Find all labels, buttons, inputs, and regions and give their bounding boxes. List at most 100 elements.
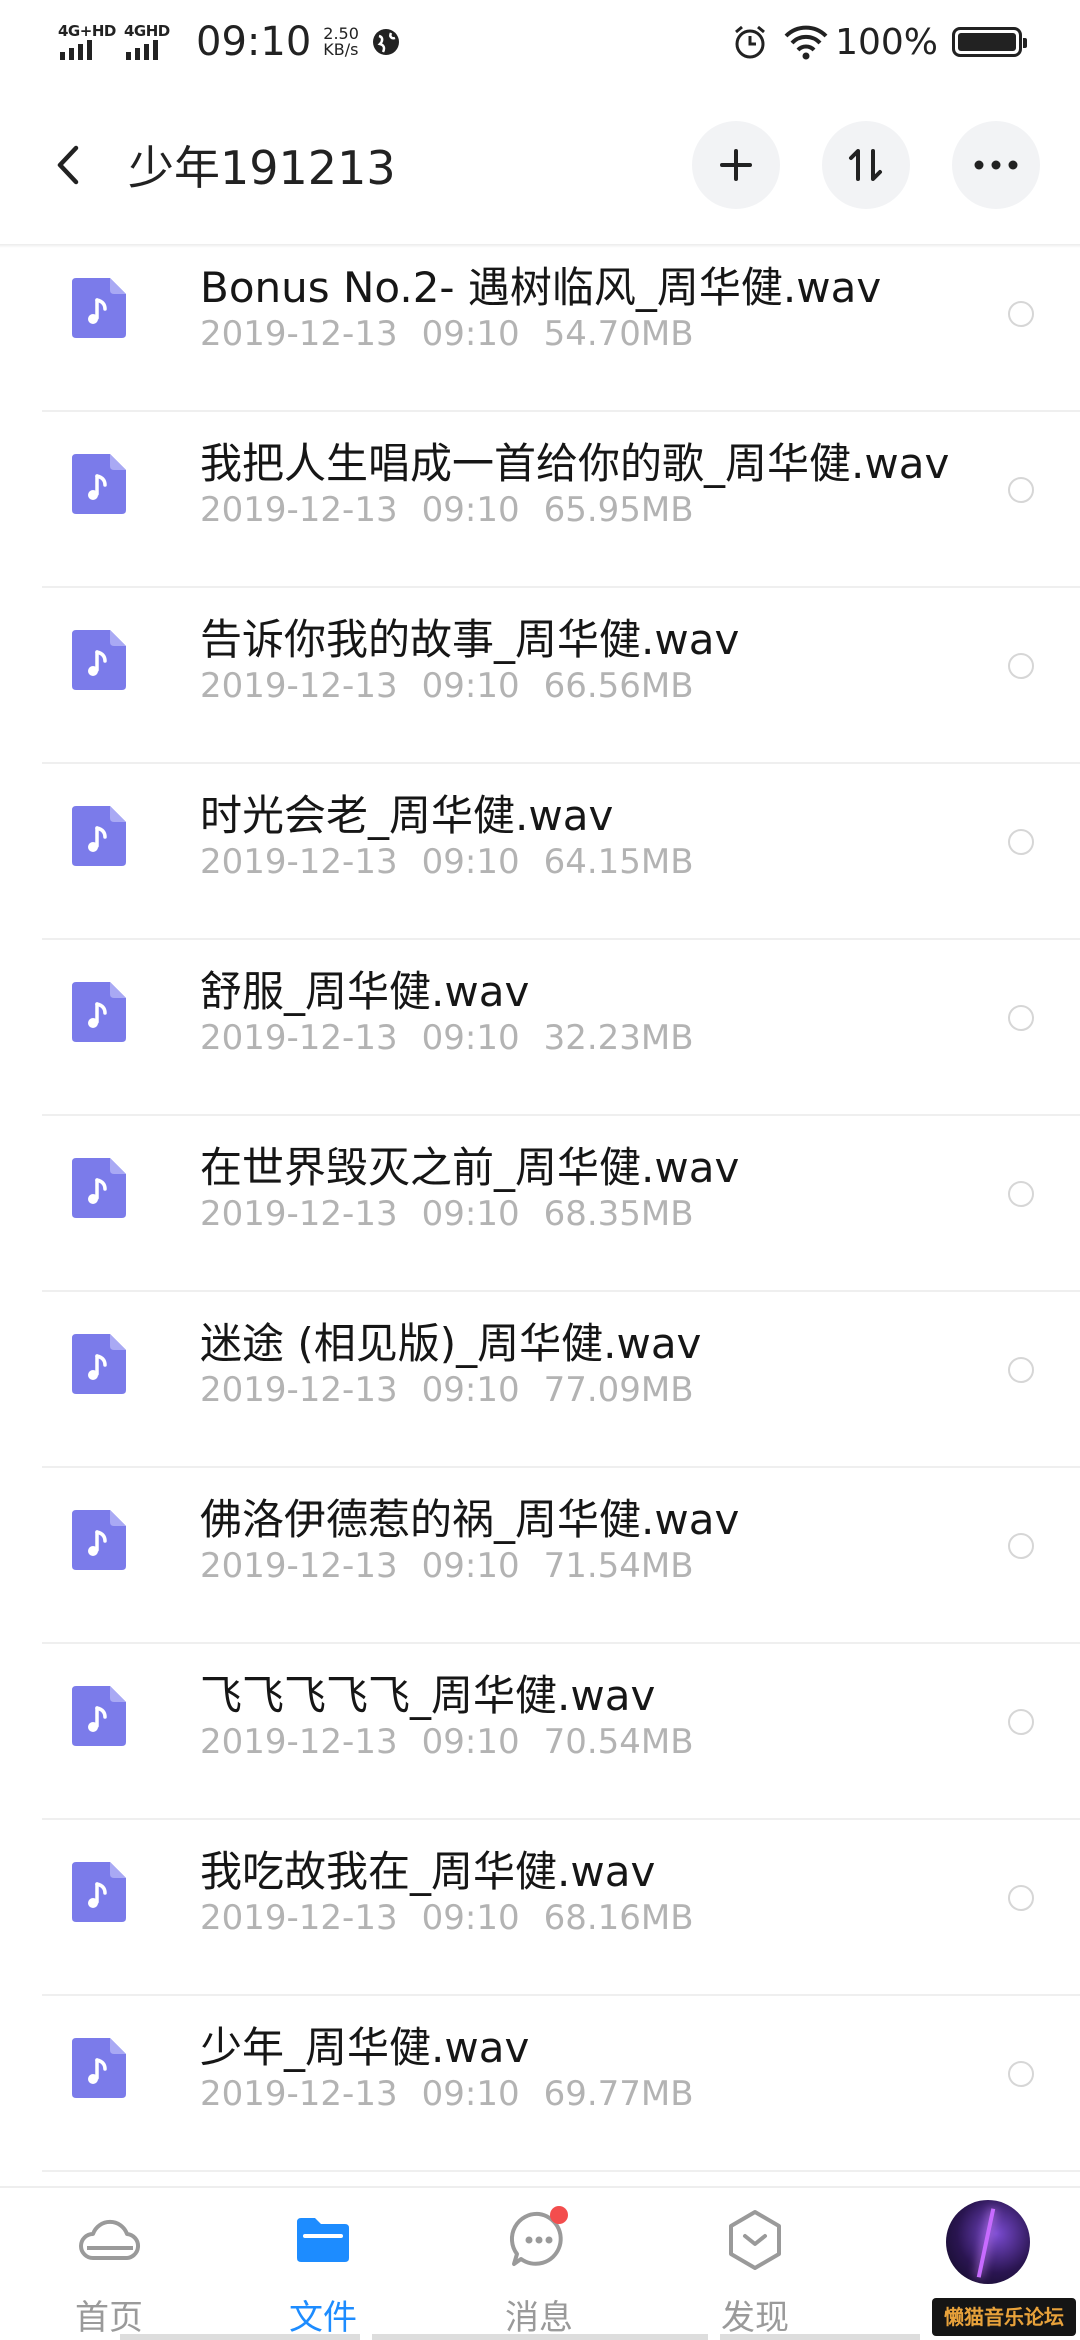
select-radio[interactable] xyxy=(1008,1885,1034,1911)
file-size: 68.35MB xyxy=(543,1194,694,1234)
sim2-label: 4GHD xyxy=(124,22,170,40)
watermark: 懒猫音乐论坛 xyxy=(932,2298,1076,2336)
nav-label: 发现 xyxy=(721,2298,789,2338)
music-file-icon xyxy=(72,982,126,1042)
file-time: 09:10 xyxy=(421,1898,520,1938)
file-row[interactable]: 告诉你我的故事_周华健.wav 2019-12-13 09:10 66.56MB xyxy=(0,588,1080,764)
file-date: 2019-12-13 xyxy=(200,314,398,354)
nav-files[interactable]: 文件 xyxy=(248,2204,398,2339)
file-meta: 2019-12-13 09:10 65.95MB xyxy=(200,490,718,530)
file-time: 09:10 xyxy=(421,1194,520,1234)
file-size: 70.54MB xyxy=(543,1722,694,1762)
home-indicator xyxy=(120,2334,360,2340)
file-date: 2019-12-13 xyxy=(200,1722,398,1762)
more-icon xyxy=(974,160,1018,170)
music-file-icon xyxy=(72,806,126,866)
more-button[interactable] xyxy=(952,121,1040,209)
plus-icon xyxy=(720,149,752,181)
wifi-icon xyxy=(784,25,828,60)
select-radio[interactable] xyxy=(1008,829,1034,855)
file-row[interactable]: 我把人生唱成一首给你的歌_周华健.wav 2019-12-13 09:10 65.9… xyxy=(0,412,1080,588)
select-radio[interactable] xyxy=(1008,1533,1034,1559)
file-date: 2019-12-13 xyxy=(200,666,398,706)
status-time: 09:10 xyxy=(196,19,312,65)
file-time: 09:10 xyxy=(421,1546,520,1586)
file-row[interactable]: 时光会老_周华健.wav 2019-12-13 09:10 64.15MB xyxy=(0,764,1080,940)
select-radio[interactable] xyxy=(1008,1357,1034,1383)
file-size: 69.77MB xyxy=(543,2074,694,2114)
file-meta: 2019-12-13 09:10 77.09MB xyxy=(200,1370,718,1410)
select-radio[interactable] xyxy=(1008,477,1034,503)
folder-icon xyxy=(297,2218,349,2262)
file-meta: 2019-12-13 09:10 70.54MB xyxy=(200,1722,718,1762)
file-row[interactable]: 迷途 (相见版)_周华健.wav 2019-12-13 09:10 77.09MB xyxy=(0,1292,1080,1468)
music-file-icon xyxy=(72,1334,126,1394)
select-radio[interactable] xyxy=(1008,1181,1034,1207)
file-row[interactable]: 少年_周华健.wav 2019-12-13 09:10 69.77MB xyxy=(0,1996,1080,2172)
globe-icon xyxy=(372,29,399,55)
file-name: Bonus No.2- 遇树临风_周华健.wav xyxy=(200,263,882,312)
file-size: 66.56MB xyxy=(543,666,694,706)
file-size: 54.70MB xyxy=(543,314,694,354)
file-date: 2019-12-13 xyxy=(200,1018,398,1058)
file-date: 2019-12-13 xyxy=(200,842,398,882)
battery-fill xyxy=(958,33,1016,51)
file-meta: 2019-12-13 09:10 54.70MB xyxy=(200,314,718,354)
home-indicator xyxy=(720,2334,920,2340)
file-row[interactable]: Bonus No.2- 遇树临风_周华健.wav 2019-12-13 09:10… xyxy=(0,248,1080,412)
select-radio[interactable] xyxy=(1008,301,1034,327)
nav-label: 消息 xyxy=(505,2298,573,2338)
file-row[interactable]: 飞飞飞飞飞_周华健.wav 2019-12-13 09:10 70.54MB xyxy=(0,1644,1080,1820)
file-size: 68.16MB xyxy=(543,1898,694,1938)
file-row[interactable]: 我吃故我在_周华健.wav 2019-12-13 09:10 68.16MB xyxy=(0,1820,1080,1996)
file-time: 09:10 xyxy=(421,666,520,706)
file-row[interactable]: 佛洛伊德惹的祸_周华健.wav 2019-12-13 09:10 71.54MB xyxy=(0,1468,1080,1644)
music-file-icon xyxy=(72,1862,126,1922)
file-date: 2019-12-13 xyxy=(200,2074,398,2114)
music-file-icon xyxy=(72,2038,126,2098)
file-date: 2019-12-13 xyxy=(200,1194,398,1234)
file-name: 在世界毁灭之前_周华健.wav xyxy=(200,1143,740,1192)
file-name: 告诉你我的故事_周华健.wav xyxy=(200,615,740,664)
file-size: 77.09MB xyxy=(543,1370,694,1410)
file-name: 迷途 (相见版)_周华健.wav xyxy=(200,1319,702,1368)
file-meta: 2019-12-13 09:10 66.56MB xyxy=(200,666,718,706)
battery-icon xyxy=(952,27,1027,57)
home-indicator xyxy=(372,2334,708,2340)
nav-discover[interactable]: 发现 xyxy=(680,2204,830,2339)
file-meta: 2019-12-13 09:10 32.23MB xyxy=(200,1018,718,1058)
file-date: 2019-12-13 xyxy=(200,1370,398,1410)
signal-icon: 4GHD xyxy=(124,22,178,62)
discover-icon xyxy=(729,2210,781,2270)
file-meta: 2019-12-13 09:10 68.16MB xyxy=(200,1898,718,1938)
nav-messages[interactable]: 消息 xyxy=(464,2204,614,2339)
add-button[interactable] xyxy=(692,121,780,209)
status-bar: 4G+HD 4GHD 09:10 2.50 KB/s 100% xyxy=(0,0,1080,84)
file-time: 09:10 xyxy=(421,1018,520,1058)
music-file-icon xyxy=(72,630,126,690)
nav-label: 文件 xyxy=(289,2298,357,2338)
nav-home[interactable]: 首页 xyxy=(34,2204,184,2339)
file-time: 09:10 xyxy=(421,2074,520,2114)
file-meta: 2019-12-13 09:10 64.15MB xyxy=(200,842,718,882)
select-radio[interactable] xyxy=(1008,653,1034,679)
bottom-nav: 首页 文件 消息 发现 懒猫音乐论坛 xyxy=(0,2186,1080,2340)
file-name: 佛洛伊德惹的祸_周华健.wav xyxy=(200,1495,740,1544)
select-radio[interactable] xyxy=(1008,1005,1034,1031)
file-row[interactable]: 在世界毁灭之前_周华健.wav 2019-12-13 09:10 68.35MB xyxy=(0,1116,1080,1292)
file-name: 少年_周华健.wav xyxy=(200,2023,530,2072)
file-date: 2019-12-13 xyxy=(200,1546,398,1586)
network-speed: 2.50 KB/s xyxy=(323,26,359,58)
sort-button[interactable] xyxy=(822,121,910,209)
file-row[interactable]: 舒服_周华健.wav 2019-12-13 09:10 32.23MB xyxy=(0,940,1080,1116)
alarm-icon xyxy=(735,25,766,59)
music-file-icon xyxy=(72,1686,126,1746)
avatar[interactable] xyxy=(946,2200,1030,2284)
select-radio[interactable] xyxy=(1008,1709,1034,1735)
back-button[interactable] xyxy=(48,135,88,195)
file-time: 09:10 xyxy=(421,1722,520,1762)
file-time: 09:10 xyxy=(421,842,520,882)
select-radio[interactable] xyxy=(1008,2061,1034,2087)
file-name: 我吃故我在_周华健.wav xyxy=(200,1847,656,1896)
cloud-icon xyxy=(79,2219,140,2261)
